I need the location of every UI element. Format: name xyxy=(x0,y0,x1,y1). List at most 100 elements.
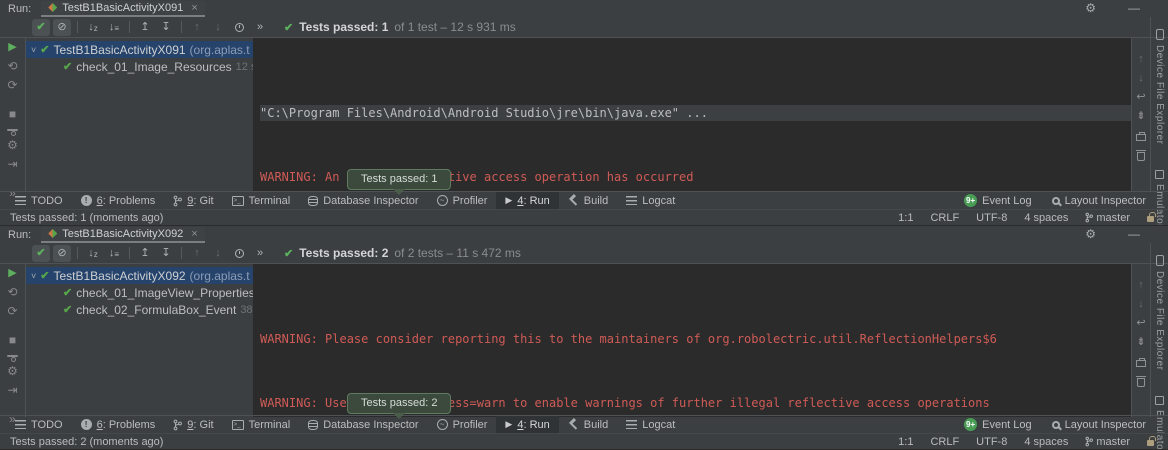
statusbar-problems[interactable]: !6: Problems xyxy=(72,416,165,433)
print-icon[interactable] xyxy=(1136,360,1146,367)
more-toolbar-icon[interactable]: » xyxy=(251,245,269,262)
thread-dump-icon[interactable] xyxy=(7,355,18,357)
rerun-failed-tests-icon[interactable]: ⟲ xyxy=(7,286,17,299)
test-case-row[interactable]: ✔ check_02_FormulaBox_Event 381 ms xyxy=(26,301,253,318)
show-ignored-icon[interactable]: ⊘ xyxy=(53,245,71,262)
test-settings-gear-icon[interactable]: ⚙ xyxy=(7,139,18,152)
test-settings-gear-icon[interactable]: ⚙ xyxy=(7,365,18,378)
rerun-failed-tests-icon[interactable]: ⟲ xyxy=(7,60,17,73)
test-root-row[interactable]: ˅ ✔ TestB1BasicActivityX092 (org.aplas.t… xyxy=(26,267,253,284)
print-icon[interactable] xyxy=(1136,134,1146,141)
chevron-down-icon[interactable]: ˅ xyxy=(31,45,36,55)
run-tab[interactable]: TestB1BasicActivityX091 × xyxy=(41,1,205,17)
statusbar-logcat[interactable]: Logcat xyxy=(617,192,684,209)
test-history-icon[interactable] xyxy=(230,19,248,36)
statusbar-profiler[interactable]: ~Profiler xyxy=(428,416,497,433)
collapse-all-icon[interactable]: ↧ xyxy=(157,19,175,36)
run-tab[interactable]: TestB1BasicActivityX092 × xyxy=(41,227,205,243)
statusbar-build[interactable]: Build xyxy=(559,192,617,209)
layout-inspector-button[interactable]: Layout Inspector xyxy=(1052,419,1146,431)
dock-device-file-explorer[interactable]: Device File Explorer xyxy=(1154,255,1165,370)
sort-by-duration-icon[interactable]: ↓≡ xyxy=(105,245,123,262)
up-stacktrace-icon[interactable]: ↑ xyxy=(1138,280,1144,291)
clear-all-icon[interactable] xyxy=(1137,152,1145,161)
settings-gear-icon[interactable]: ⚙ xyxy=(1085,227,1096,241)
close-icon[interactable]: × xyxy=(191,2,197,14)
sort-alphabetically-icon[interactable]: ↓z xyxy=(84,19,102,36)
caret-position[interactable]: 1:1 xyxy=(898,436,913,448)
statusbar-database-inspector[interactable]: Database Inspector xyxy=(299,192,427,209)
event-log-button[interactable]: 9+Event Log xyxy=(964,194,1032,207)
indent-setting[interactable]: 4 spaces xyxy=(1024,212,1068,224)
hide-window-icon[interactable]: — xyxy=(1128,227,1140,241)
toggle-auto-test-icon[interactable]: ⟳ xyxy=(7,79,17,92)
next-failed-test-icon[interactable]: ↓ xyxy=(209,19,227,36)
file-encoding[interactable]: UTF-8 xyxy=(976,212,1007,224)
rerun-icon[interactable]: ▶ xyxy=(8,41,16,54)
statusbar-database-inspector[interactable]: Database Inspector xyxy=(299,416,427,433)
statusbar-todo[interactable]: TODO xyxy=(6,416,72,433)
test-history-icon[interactable] xyxy=(230,245,248,262)
run-icon: ▶ xyxy=(505,419,512,430)
toggle-auto-test-icon[interactable]: ⟳ xyxy=(7,305,17,318)
close-icon[interactable]: × xyxy=(191,228,197,240)
caret-position[interactable]: 1:1 xyxy=(898,212,913,224)
test-case-row[interactable]: ✔ check_01_Image_Resources 12 s 931 ms xyxy=(26,58,253,75)
hide-window-icon[interactable]: — xyxy=(1128,1,1140,15)
down-stacktrace-icon[interactable]: ↓ xyxy=(1138,299,1144,310)
test-case-row[interactable]: ✔ check_01_ImageView_Properties 11 s 91 … xyxy=(26,284,253,301)
stop-icon[interactable]: ■ xyxy=(9,334,16,347)
expand-all-icon[interactable]: ↥ xyxy=(136,19,154,36)
next-failed-test-icon[interactable]: ↓ xyxy=(209,245,227,262)
rerun-icon[interactable]: ▶ xyxy=(8,267,16,280)
statusbar-build[interactable]: Build xyxy=(559,416,617,433)
soft-wrap-icon[interactable]: ↩ xyxy=(1136,318,1145,329)
previous-failed-test-icon[interactable]: ↑ xyxy=(188,19,206,36)
chevron-down-icon[interactable]: ˅ xyxy=(31,271,36,281)
statusbar-logcat[interactable]: Logcat xyxy=(617,416,684,433)
line-separator[interactable]: CRLF xyxy=(930,436,959,448)
git-branch-widget[interactable]: master xyxy=(1085,436,1130,448)
statusbar-problems[interactable]: !6: Problems xyxy=(72,192,165,209)
file-encoding[interactable]: UTF-8 xyxy=(976,436,1007,448)
show-passed-icon[interactable]: ✔ xyxy=(32,19,50,36)
statusbar-terminal[interactable]: >_Terminal xyxy=(223,192,300,209)
test-root-row[interactable]: ˅ ✔ TestB1BasicActivityX091 (org.aplas.t… xyxy=(26,41,253,58)
down-stacktrace-icon[interactable]: ↓ xyxy=(1138,73,1144,84)
statusbar-run[interactable]: ▶4: Run xyxy=(496,416,558,433)
scroll-to-end-icon[interactable]: ⇟ xyxy=(1136,111,1145,122)
sort-alphabetically-icon[interactable]: ↓z xyxy=(84,245,102,262)
layout-inspector-button[interactable]: Layout Inspector xyxy=(1052,195,1146,207)
run-header-2: Run: TestB1BasicActivityX092 × ⚙ — xyxy=(0,226,1168,243)
statusbar-todo[interactable]: TODO xyxy=(6,192,72,209)
line-separator[interactable]: CRLF xyxy=(930,212,959,224)
clear-all-icon[interactable] xyxy=(1137,378,1145,387)
stop-icon[interactable]: ■ xyxy=(9,108,16,121)
git-branch-widget[interactable]: master xyxy=(1085,212,1130,224)
collapse-all-icon[interactable]: ↧ xyxy=(157,245,175,262)
up-stacktrace-icon[interactable]: ↑ xyxy=(1138,54,1144,65)
indent-setting[interactable]: 4 spaces xyxy=(1024,436,1068,448)
previous-failed-test-icon[interactable]: ↑ xyxy=(188,245,206,262)
scroll-to-end-icon[interactable]: ⇟ xyxy=(1136,337,1145,348)
statusbar-terminal[interactable]: >_Terminal xyxy=(223,416,300,433)
statusbar-git[interactable]: 9: Git xyxy=(164,192,222,209)
soft-wrap-icon[interactable]: ↩ xyxy=(1136,92,1145,103)
show-ignored-icon[interactable]: ⊘ xyxy=(53,19,71,36)
dock-device-file-explorer[interactable]: Device File Explorer xyxy=(1154,29,1165,144)
statusbar-run[interactable]: ▶4: Run xyxy=(496,192,558,209)
expand-all-icon[interactable]: ↥ xyxy=(136,245,154,262)
thread-dump-icon[interactable] xyxy=(7,129,18,131)
event-log-button[interactable]: 9+Event Log xyxy=(964,418,1032,431)
sort-by-duration-icon[interactable]: ↓≡ xyxy=(105,19,123,36)
more-toolbar-icon[interactable]: » xyxy=(251,19,269,36)
lock-icon[interactable] xyxy=(1147,440,1154,446)
statusbar-git[interactable]: 9: Git xyxy=(164,416,222,433)
show-passed-icon[interactable]: ✔ xyxy=(32,245,50,262)
import-tests-icon[interactable]: ⇥ xyxy=(7,158,17,171)
status-message: Tests passed: 2 (moments ago) xyxy=(10,436,163,448)
settings-gear-icon[interactable]: ⚙ xyxy=(1085,1,1096,15)
statusbar-profiler[interactable]: ~Profiler xyxy=(428,192,497,209)
lock-icon[interactable] xyxy=(1147,216,1154,222)
import-tests-icon[interactable]: ⇥ xyxy=(7,384,17,397)
